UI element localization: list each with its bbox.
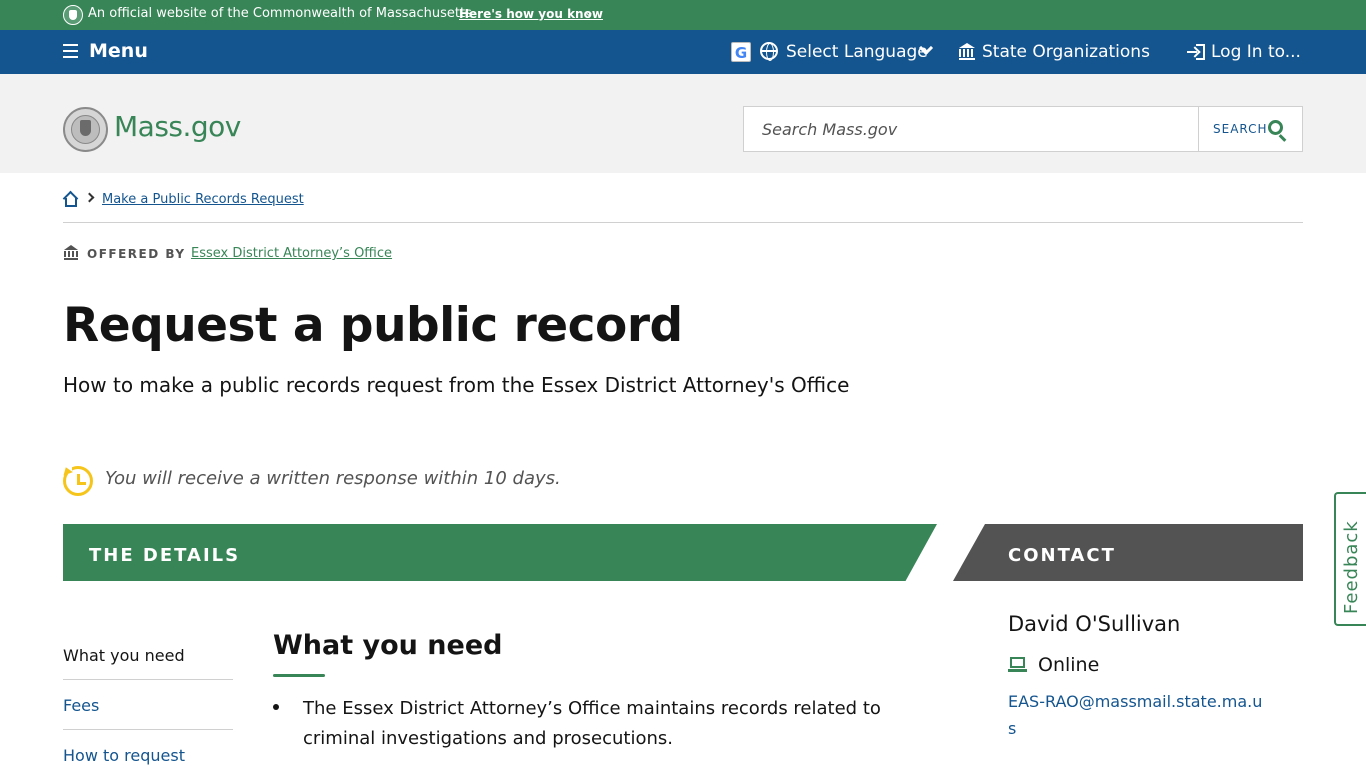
menu-button[interactable]: Menu xyxy=(89,40,148,62)
bullet-icon xyxy=(273,704,279,710)
search-button-label: SEARCH xyxy=(1213,122,1268,136)
site-logo[interactable]: Mass.gov xyxy=(114,110,241,143)
search-icon xyxy=(1268,120,1283,135)
chevron-down-icon[interactable]: ⌄ xyxy=(584,5,594,19)
state-seal-icon xyxy=(63,5,83,25)
google-translate-icon[interactable]: G xyxy=(731,42,751,62)
official-banner-text: An official website of the Commonwealth … xyxy=(88,6,472,21)
official-banner: An official website of the Commonwealth … xyxy=(0,0,1366,30)
login-button[interactable]: Log In to... xyxy=(1211,42,1301,62)
side-nav-fees[interactable]: Fees xyxy=(63,696,233,730)
page-subtitle: How to make a public records request fro… xyxy=(63,373,850,397)
login-icon[interactable] xyxy=(1187,44,1205,60)
home-icon[interactable] xyxy=(62,190,79,207)
side-nav-what-you-need[interactable]: What you need xyxy=(63,646,233,680)
heading-underline xyxy=(273,674,325,677)
details-section-header: THE DETAILS xyxy=(63,524,937,581)
contact-email-link[interactable]: EAS-RAO@massmail.state.ma.us xyxy=(1008,688,1268,742)
top-navigation: Menu G Select Language State Organizatio… xyxy=(0,30,1366,74)
contact-section-header: CONTACT xyxy=(953,524,1303,581)
how-you-know-link[interactable]: Here's how you know xyxy=(459,7,603,21)
state-organizations-button[interactable]: State Organizations xyxy=(982,42,1150,62)
hamburger-menu-icon[interactable] xyxy=(63,44,78,58)
page-title: Request a public record xyxy=(63,298,683,353)
feedback-label: Feedback xyxy=(1341,520,1362,614)
offered-by-label: OFFERED BY xyxy=(87,247,186,261)
search-form: SEARCH xyxy=(743,106,1303,152)
breadcrumb-link[interactable]: Make a Public Records Request xyxy=(102,192,304,207)
contact-name: David O'Sullivan xyxy=(1008,612,1181,636)
search-input[interactable] xyxy=(744,107,1199,151)
globe-icon[interactable] xyxy=(760,42,778,61)
building-icon xyxy=(64,245,78,260)
laptop-icon xyxy=(1008,657,1027,673)
side-nav-how-to-request[interactable]: How to request xyxy=(63,746,233,768)
offered-by-org-link[interactable]: Essex District Attorney’s Office xyxy=(191,246,392,261)
feedback-tab[interactable]: Feedback xyxy=(1334,492,1366,626)
search-button[interactable]: SEARCH xyxy=(1198,107,1302,151)
response-time-text: You will receive a written response with… xyxy=(105,468,561,489)
list-item: The Essex District Attorney’s Office mai… xyxy=(303,698,881,749)
contact-heading: CONTACT xyxy=(1008,545,1116,566)
breadcrumb-divider xyxy=(63,222,1303,223)
chevron-right-icon xyxy=(84,192,95,203)
mass-seal-logo[interactable] xyxy=(63,107,108,152)
contact-method: Online xyxy=(1038,654,1100,676)
site-header: Mass.gov SEARCH xyxy=(0,74,1366,173)
select-language-dropdown[interactable]: Select Language xyxy=(786,42,928,62)
details-heading: THE DETAILS xyxy=(89,545,241,566)
building-icon xyxy=(959,43,975,60)
section-heading: What you need xyxy=(273,630,503,661)
